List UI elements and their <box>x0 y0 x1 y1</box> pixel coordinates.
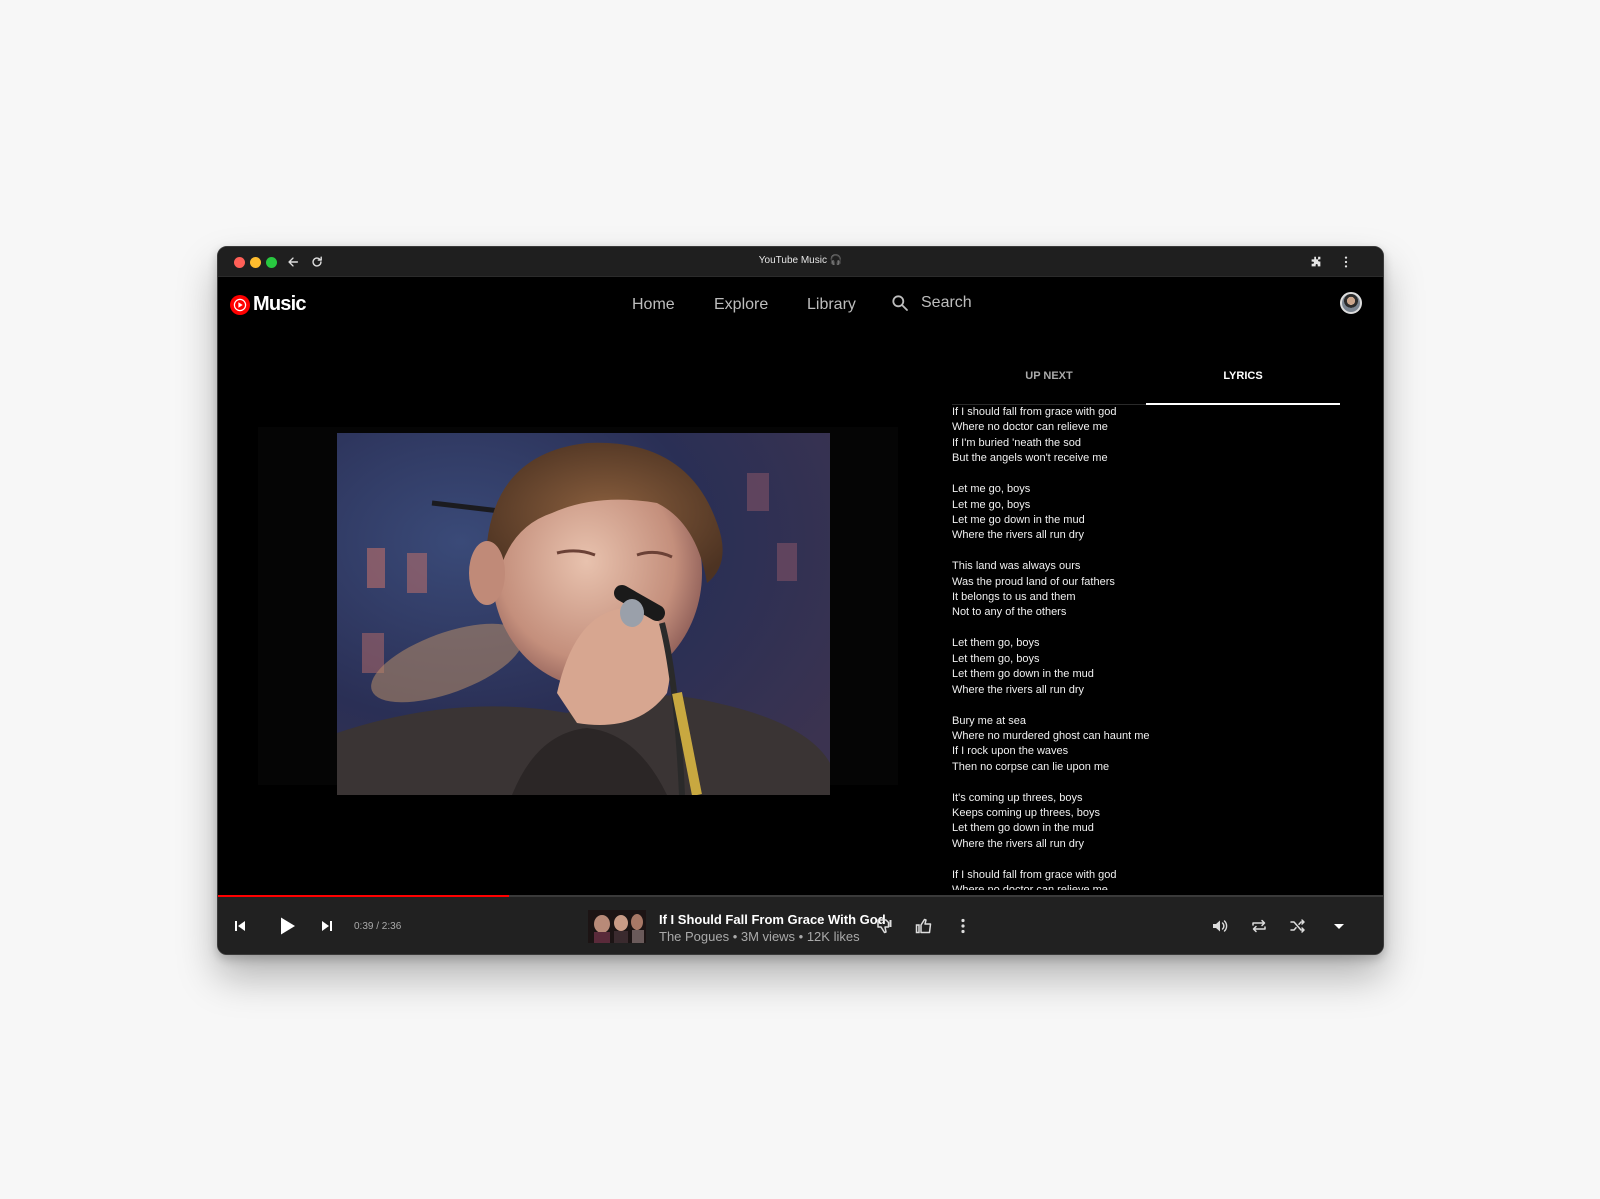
lyric-line: It's coming up threes, boys <box>952 791 1083 804</box>
song-meta: The Pogues • 3M views • 12K likes <box>659 929 860 944</box>
shuffle-icon[interactable] <box>1289 917 1307 935</box>
repeat-icon[interactable] <box>1250 917 1268 935</box>
lyric-line: This land was always ours <box>952 560 1081 573</box>
extensions-puzzle-icon[interactable] <box>1308 254 1324 270</box>
lyric-line: Keeps coming up threes, boys <box>952 807 1100 820</box>
lyric-line: Let me go down in the mud <box>952 513 1085 526</box>
app-window: YouTube Music 🎧 Music Home Explore Libra… <box>217 246 1384 955</box>
lyric-line: Bury me at sea <box>952 714 1026 727</box>
lyric-line: Was the proud land of our fathers <box>952 575 1115 588</box>
lyric-line: If I'm buried 'neath the sod <box>952 436 1081 449</box>
lyrics-stanza: Let me go, boys Let me go, boys Let me go … <box>952 482 1339 544</box>
lyric-line: Let them go down in the mud <box>952 822 1094 835</box>
lyric-line: Let them go, boys <box>952 637 1040 650</box>
lyrics-stanza: If I should fall from grace with god Wher… <box>952 868 1339 890</box>
logo-text: Music <box>253 293 306 315</box>
lyric-line: If I should fall from grace with god <box>952 868 1117 881</box>
search-icon <box>892 295 908 311</box>
lyric-line: Where the rivers all run dry <box>952 529 1085 542</box>
lyric-line: Then no corpse can lie upon me <box>952 760 1110 773</box>
next-icon[interactable] <box>320 919 334 933</box>
title-bar: YouTube Music 🎧 <box>218 247 1383 277</box>
lyric-line: Not to any of the others <box>952 606 1067 619</box>
lyric-line: Where no doctor can relieve me <box>952 421 1108 434</box>
lyric-line: Let them go, boys <box>952 652 1040 665</box>
lyric-line: Where no doctor can relieve me <box>952 883 1339 890</box>
lyrics-stanza: Bury me at sea Where no murdered ghost ca… <box>952 714 1339 776</box>
avatar[interactable] <box>1340 292 1362 314</box>
playback-time: 0:39 / 2:36 <box>354 921 402 932</box>
nav-home[interactable]: Home <box>632 296 675 314</box>
top-navigation: Music Home Explore Library Search <box>218 277 1383 333</box>
previous-icon[interactable] <box>233 919 247 933</box>
nav-library[interactable]: Library <box>807 296 856 314</box>
lyric-line: Where the rivers all run dry <box>952 837 1085 850</box>
window-title: YouTube Music 🎧 <box>758 255 843 266</box>
lyrics-panel: If I should fall from grace with god Wher… <box>952 405 1339 890</box>
lyric-line: Let them go down in the mud <box>952 668 1094 681</box>
side-panel-tabs: UP NEXT LYRICS <box>952 365 1340 405</box>
expand-icon[interactable] <box>1331 918 1347 934</box>
video-frame-image <box>337 433 830 795</box>
lyric-line: Let me go, boys <box>952 483 1031 496</box>
lyric-line: Where the rivers all run dry <box>952 683 1085 696</box>
youtube-music-logo-icon <box>230 294 250 315</box>
nav-explore[interactable]: Explore <box>714 296 768 314</box>
song-title[interactable]: If I Should Fall From Grace With God <box>659 912 886 927</box>
thumbnail-image <box>588 910 646 943</box>
video-player[interactable] <box>337 433 830 795</box>
lyrics-stanza: Let them go, boys Let them go, boys Let th… <box>952 636 1339 698</box>
thumbs-down-icon[interactable] <box>875 917 893 935</box>
thumbs-up-icon[interactable] <box>915 917 933 935</box>
lyric-line: But the angels won't receive me <box>952 452 1108 465</box>
lyric-line: If I should fall from grace with god <box>952 406 1117 418</box>
tab-up-next[interactable]: UP NEXT <box>952 365 1146 405</box>
search-button[interactable]: Search <box>891 294 972 312</box>
tab-lyrics[interactable]: LYRICS <box>1146 365 1340 405</box>
song-thumbnail[interactable] <box>588 910 646 943</box>
lyric-line: If I rock upon the waves <box>952 745 1069 758</box>
search-label: Search <box>921 294 972 311</box>
lyric-line: Let me go, boys <box>952 498 1031 511</box>
youtube-music-logo[interactable]: Music <box>230 293 306 316</box>
volume-icon[interactable] <box>1211 917 1229 935</box>
window-menu-icon[interactable] <box>1338 254 1354 270</box>
lyrics-stanza: This land was always ours Was the proud l… <box>952 559 1339 621</box>
lyrics-stanza: If I should fall from grace with god Wher… <box>952 405 1339 467</box>
lyric-line: Where no murdered ghost can haunt me <box>952 729 1150 742</box>
play-icon[interactable] <box>275 914 299 938</box>
lyric-line: It belongs to us and them <box>952 591 1076 604</box>
lyrics-stanza: It's coming up threes, boys Keeps coming … <box>952 791 1339 853</box>
more-icon[interactable] <box>954 917 972 935</box>
